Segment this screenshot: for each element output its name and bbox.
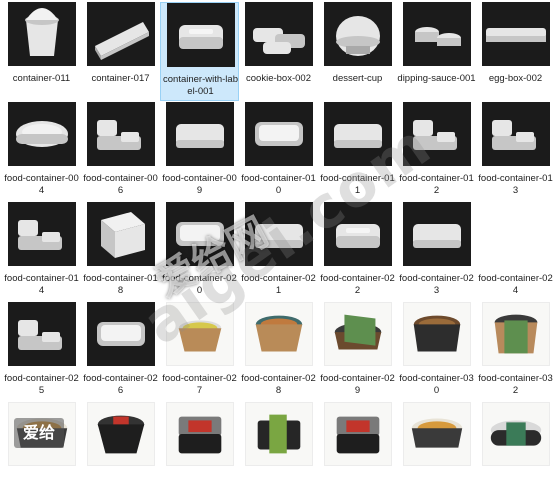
file-name: food-container-030 (399, 373, 474, 396)
file-name: food-container-021 (241, 273, 316, 296)
file-thumbnail (324, 302, 392, 366)
file-item[interactable]: food-container-004 (2, 102, 81, 201)
file-item[interactable] (81, 402, 160, 501)
file-item[interactable]: food-container-006 (81, 102, 160, 201)
file-thumbnail (8, 302, 76, 366)
file-item[interactable] (160, 402, 239, 501)
file-thumbnail (403, 302, 471, 366)
file-item[interactable] (397, 402, 476, 501)
file-thumbnail (166, 202, 234, 266)
file-thumbnail (482, 2, 550, 66)
file-thumbnail (8, 402, 76, 466)
file-name: food-container-026 (83, 373, 158, 396)
file-item[interactable]: dessert-cup (318, 2, 397, 101)
file-name: food-container-006 (83, 173, 158, 196)
file-item[interactable]: food-container-030 (397, 302, 476, 401)
file-item[interactable]: dipping-sauce-001 (397, 2, 476, 101)
file-thumbnail (245, 402, 313, 466)
file-thumbnail (324, 402, 392, 466)
file-item[interactable]: food-container-009 (160, 102, 239, 201)
file-thumbnail (482, 302, 550, 366)
file-name: food-container-018 (83, 273, 158, 296)
file-item[interactable]: container-with-label-001 (160, 2, 239, 101)
file-name: food-container-004 (4, 173, 79, 196)
file-name: container-011 (12, 73, 71, 84)
file-name: food-container-012 (399, 173, 474, 196)
file-thumbnail (167, 3, 235, 67)
file-item[interactable]: food-container-028 (239, 302, 318, 401)
file-item[interactable]: cookie-box-002 (239, 2, 318, 101)
file-item[interactable]: container-011 (2, 2, 81, 101)
file-name: food-container-027 (162, 373, 237, 396)
file-name: container-with-label-001 (163, 74, 238, 97)
file-name: container-017 (91, 73, 150, 84)
file-name: food-container-014 (4, 273, 79, 296)
file-thumbnail (245, 202, 313, 266)
file-item[interactable] (2, 402, 81, 501)
file-name: cookie-box-002 (246, 73, 311, 84)
file-name: food-container-028 (241, 373, 316, 396)
file-name: food-container-023 (399, 273, 474, 296)
file-thumbnail (324, 202, 392, 266)
file-thumbnail (245, 302, 313, 366)
file-name: food-container-011 (320, 173, 395, 196)
file-name: food-container-009 (162, 173, 237, 196)
file-name: egg-box-002 (488, 73, 543, 84)
file-thumbnail (87, 102, 155, 166)
file-thumbnail (403, 102, 471, 166)
file-thumbnail (87, 202, 155, 266)
file-thumbnail (166, 402, 234, 466)
file-item[interactable]: food-container-032 (476, 302, 555, 401)
file-name: food-container-020 (162, 273, 237, 296)
file-thumbnail (8, 102, 76, 166)
file-item[interactable]: food-container-012 (397, 102, 476, 201)
file-item[interactable]: food-container-020 (160, 202, 239, 301)
file-name: dipping-sauce-001 (397, 73, 476, 84)
file-item[interactable] (476, 402, 555, 501)
file-thumbnail (87, 402, 155, 466)
file-name: food-container-029 (320, 373, 395, 396)
file-item[interactable]: food-container-029 (318, 302, 397, 401)
file-name: food-container-010 (241, 173, 316, 196)
file-item[interactable]: food-container-023 (397, 202, 476, 301)
file-thumbnail (482, 202, 550, 266)
file-item[interactable] (318, 402, 397, 501)
file-item[interactable]: food-container-021 (239, 202, 318, 301)
file-name: food-container-024 (478, 273, 553, 296)
file-item[interactable] (239, 402, 318, 501)
file-name: dessert-cup (332, 73, 383, 84)
file-thumbnail (403, 202, 471, 266)
file-thumbnail (403, 2, 471, 66)
file-thumbnail (245, 2, 313, 66)
file-item[interactable]: food-container-011 (318, 102, 397, 201)
file-item[interactable]: food-container-010 (239, 102, 318, 201)
file-name: food-container-025 (4, 373, 79, 396)
file-thumbnail (166, 102, 234, 166)
file-item[interactable]: container-017 (81, 2, 160, 101)
file-name: food-container-013 (478, 173, 553, 196)
file-item[interactable]: food-container-013 (476, 102, 555, 201)
file-item[interactable]: food-container-022 (318, 202, 397, 301)
file-thumbnail (87, 302, 155, 366)
file-thumbnail (403, 402, 471, 466)
file-thumbnail (245, 102, 313, 166)
file-item[interactable]: egg-box-002 (476, 2, 555, 101)
file-item[interactable]: food-container-018 (81, 202, 160, 301)
file-item[interactable]: food-container-024 (476, 202, 555, 301)
file-name: food-container-032 (478, 373, 553, 396)
file-thumbnail (324, 2, 392, 66)
file-thumbnail (166, 302, 234, 366)
file-thumbnail (8, 2, 76, 66)
file-thumbnail (482, 402, 550, 466)
file-item[interactable]: food-container-027 (160, 302, 239, 401)
file-item[interactable]: food-container-014 (2, 202, 81, 301)
file-thumbnail (8, 202, 76, 266)
file-grid: container-011 container-017 container-with… (0, 0, 560, 466)
file-name: food-container-022 (320, 273, 395, 296)
file-thumbnail (87, 2, 155, 66)
file-thumbnail (482, 102, 550, 166)
file-thumbnail (324, 102, 392, 166)
file-item[interactable]: food-container-026 (81, 302, 160, 401)
file-item[interactable]: food-container-025 (2, 302, 81, 401)
